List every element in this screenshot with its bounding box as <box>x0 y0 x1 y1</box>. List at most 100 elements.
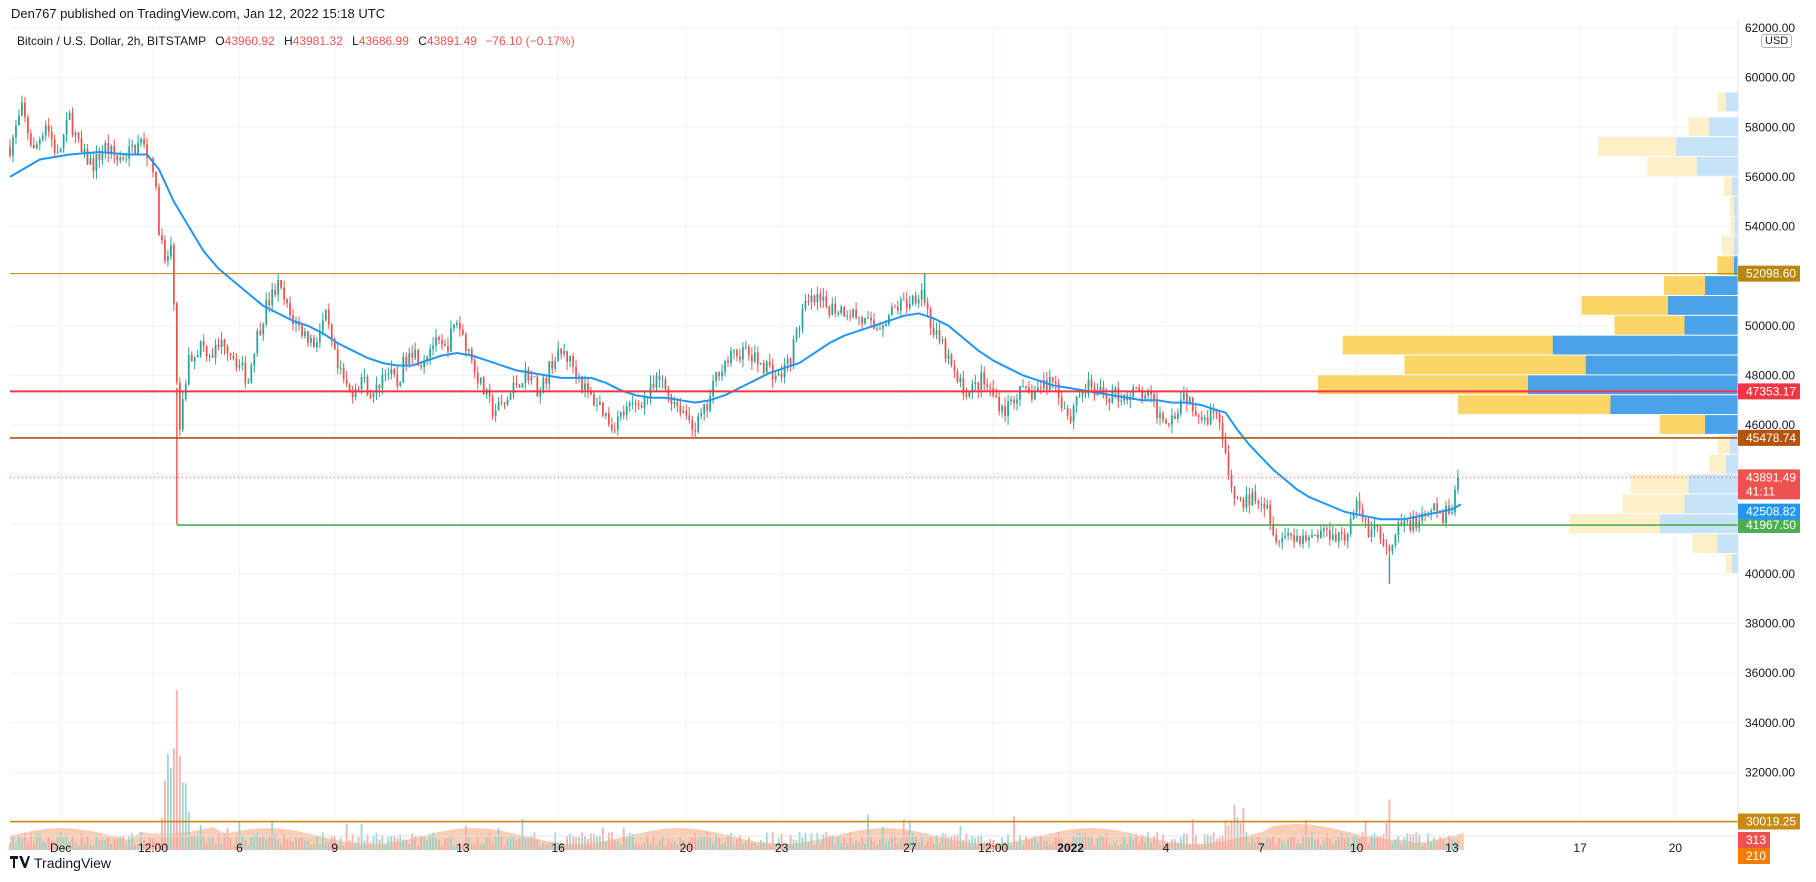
volume-bar <box>26 841 29 850</box>
volume-bar <box>304 840 306 850</box>
volume-bar <box>1123 836 1126 850</box>
volume-bar <box>1019 835 1021 850</box>
candle-body <box>739 356 741 360</box>
candle-body <box>1418 520 1421 528</box>
volume-bar <box>1421 845 1424 850</box>
candle-body <box>1194 411 1197 416</box>
candle-body <box>321 320 324 331</box>
volume-bar <box>938 843 941 850</box>
volume-bar <box>420 836 423 850</box>
candle-body <box>1257 501 1260 505</box>
candle-body <box>414 349 417 358</box>
volume-bar <box>661 836 664 850</box>
volume-bar <box>295 838 297 850</box>
candle-body <box>420 365 423 368</box>
volume-bar <box>1159 844 1161 850</box>
candle-body <box>980 372 983 390</box>
candle-body <box>750 355 753 362</box>
candle-body <box>1069 415 1072 422</box>
candle-body <box>676 402 679 406</box>
candlestick-series[interactable] <box>9 95 1459 584</box>
symbol-label[interactable]: Bitcoin / U.S. Dollar, 2h, BITSTAMP <box>17 34 206 48</box>
volume-bar <box>870 837 872 850</box>
candle-body <box>1010 399 1012 402</box>
volume-bar <box>1132 839 1135 850</box>
candle-body <box>652 383 655 388</box>
candle-body <box>935 330 938 335</box>
price-tick-label: 36000.00 <box>1745 666 1795 680</box>
candle-body <box>77 132 80 139</box>
candle-body <box>1260 504 1263 506</box>
volume-bar <box>324 841 327 850</box>
currency-badge[interactable]: USD <box>1761 34 1793 48</box>
volume-bar <box>220 843 223 850</box>
candle-body <box>1039 387 1042 389</box>
volume-bar <box>312 843 315 850</box>
price-tick-label: 60000.00 <box>1745 71 1795 85</box>
volume-bar <box>890 835 893 850</box>
candle-body <box>199 341 202 356</box>
volume-bar <box>190 836 193 850</box>
volume-bar <box>518 837 521 850</box>
volume-bar <box>1200 844 1203 850</box>
candle-body <box>357 388 360 390</box>
price-tag: 47353.17 <box>1738 383 1800 400</box>
volume-bar <box>1379 835 1382 850</box>
candle-body <box>1242 498 1245 508</box>
moving-average-line[interactable] <box>9 151 1462 521</box>
price-axis[interactable]: 62000.00 60000.00 58000.00 56000.00 54000.00… <box>1737 20 1800 864</box>
volume-bar <box>804 832 807 850</box>
candle-body <box>1430 510 1433 513</box>
candle-body <box>1364 518 1367 521</box>
candle-body <box>32 145 35 149</box>
candle-body <box>1016 399 1018 404</box>
candle-body <box>521 383 524 388</box>
volume-bar <box>813 844 816 850</box>
brand-label: TradingView <box>34 855 112 871</box>
volume-bar <box>1221 836 1224 850</box>
volume-bar <box>1317 838 1319 850</box>
volume-bar <box>640 845 643 850</box>
candle-body <box>396 374 399 386</box>
volume-bar <box>768 843 771 850</box>
volume-bar <box>1156 832 1158 850</box>
candle-body <box>1111 392 1114 403</box>
candle-body <box>792 339 795 367</box>
volume-bar <box>485 837 488 850</box>
candle-body <box>438 336 440 340</box>
volume-bar <box>655 845 658 850</box>
candle-body <box>372 393 375 398</box>
price-chart[interactable]: 62000.00 60000.00 58000.00 56000.00 54000.00… <box>0 0 1816 882</box>
volume-bar <box>962 839 965 850</box>
vp-bar-down <box>1723 176 1732 196</box>
candle-body <box>989 387 992 389</box>
candle-body <box>259 331 262 335</box>
volume-bar <box>727 834 729 850</box>
candle-body <box>736 350 738 357</box>
open-label: O <box>215 34 225 48</box>
candle-body <box>893 306 896 308</box>
candle-body <box>494 410 497 417</box>
volume-bar <box>733 844 735 850</box>
volume-bar <box>1320 845 1322 850</box>
price-tick-label: 56000.00 <box>1745 170 1795 184</box>
volume-bar <box>1036 841 1039 850</box>
volume-bar <box>110 844 113 850</box>
volume-bar <box>739 834 741 850</box>
candle-body <box>1025 386 1027 388</box>
candle-body <box>533 376 536 378</box>
candle-body <box>1066 408 1069 416</box>
candle-body <box>983 372 986 385</box>
volume-bar <box>1144 841 1147 850</box>
candle-body <box>694 430 697 432</box>
volume-bar <box>1275 844 1278 850</box>
volume-bar <box>837 836 840 850</box>
tradingview-brand[interactable]: TradingView <box>10 855 111 871</box>
candle-body <box>1278 542 1281 544</box>
volume-bar <box>1096 837 1099 850</box>
close-label: C <box>418 34 427 48</box>
price-tick-label: 62000.00 <box>1745 21 1795 35</box>
volume-bar <box>721 843 723 850</box>
volume-bar <box>1376 835 1379 850</box>
volume-bar <box>1248 843 1251 850</box>
